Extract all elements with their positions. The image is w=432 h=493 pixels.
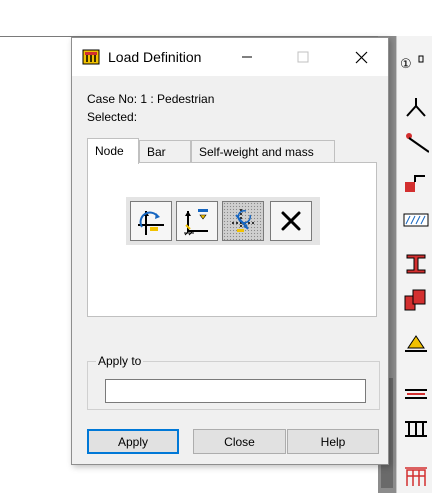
apply-to-group: Apply to <box>87 354 380 410</box>
frame-icon[interactable] <box>403 416 429 440</box>
nodal-force-button[interactable] <box>130 201 172 241</box>
offset-icon[interactable] <box>403 172 429 196</box>
diagonal-bar-icon[interactable] <box>403 132 429 156</box>
support-small-icon[interactable] <box>403 52 429 76</box>
bar-release-icon[interactable] <box>403 96 429 120</box>
delete-load-icon <box>281 211 301 231</box>
apply-to-input[interactable] <box>105 379 366 403</box>
section-icon[interactable] <box>403 208 429 232</box>
tab-self-weight-and-mass[interactable]: Self-weight and mass <box>191 140 335 162</box>
dialog-title: Load Definition <box>108 49 202 65</box>
dialog-titlebar[interactable]: Load Definition <box>72 38 388 76</box>
node-load-toolbar <box>126 197 320 245</box>
imposed-displacement-icon <box>184 209 208 236</box>
close-window-button[interactable] <box>338 38 384 76</box>
nodal-force-icon <box>138 211 164 235</box>
imposed-displacement-button[interactable] <box>176 201 218 241</box>
in-plane-load-icon <box>232 209 254 233</box>
maximize-button[interactable] <box>280 38 326 76</box>
apply-to-label: Apply to <box>96 354 144 368</box>
apply-button[interactable]: Apply <box>87 429 179 454</box>
elastic-support-icon[interactable] <box>403 382 429 406</box>
selected-label: Selected: <box>87 110 138 124</box>
help-button[interactable]: Help <box>287 429 379 454</box>
app-right-toolbar: ① <box>396 36 432 493</box>
i-beam-icon[interactable] <box>403 252 429 276</box>
tab-node[interactable]: Node <box>87 138 139 164</box>
support-icon[interactable] <box>403 332 429 356</box>
delete-load-button[interactable] <box>270 201 312 241</box>
minimize-button[interactable] <box>224 38 270 76</box>
close-icon <box>355 51 367 63</box>
load-definition-dialog: Load Definition Case No: 1 : Pedestrian … <box>71 37 389 465</box>
in-plane-load-button[interactable] <box>222 201 264 241</box>
grid-structure-icon[interactable] <box>403 464 429 488</box>
close-button[interactable]: Close <box>193 429 286 454</box>
load-definition-app-icon <box>82 49 100 65</box>
maximize-icon <box>297 51 309 63</box>
case-label: Case No: 1 : Pedestrian <box>87 92 215 106</box>
material-icon[interactable] <box>403 288 429 312</box>
node-tab-panel <box>87 162 377 317</box>
minimize-icon <box>242 56 252 58</box>
tab-bar[interactable]: Bar <box>139 140 191 162</box>
